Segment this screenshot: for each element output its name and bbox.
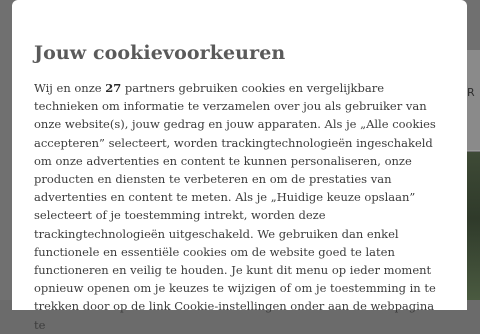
partners-count: 27 bbox=[105, 81, 122, 95]
body-text-prefix: Wij en onze bbox=[34, 81, 106, 95]
body-text-main: partners gebruiken cookies en vergelijkb… bbox=[34, 81, 436, 332]
background-partial-text: R bbox=[467, 86, 476, 99]
dialog-title: Jouw cookievoorkeuren bbox=[34, 42, 286, 64]
dialog-body-text: Wij en onze 27 partners gebruiken cookie… bbox=[34, 79, 449, 334]
cookie-consent-dialog: Jouw cookievoorkeuren Wij en onze 27 par… bbox=[12, 0, 467, 332]
